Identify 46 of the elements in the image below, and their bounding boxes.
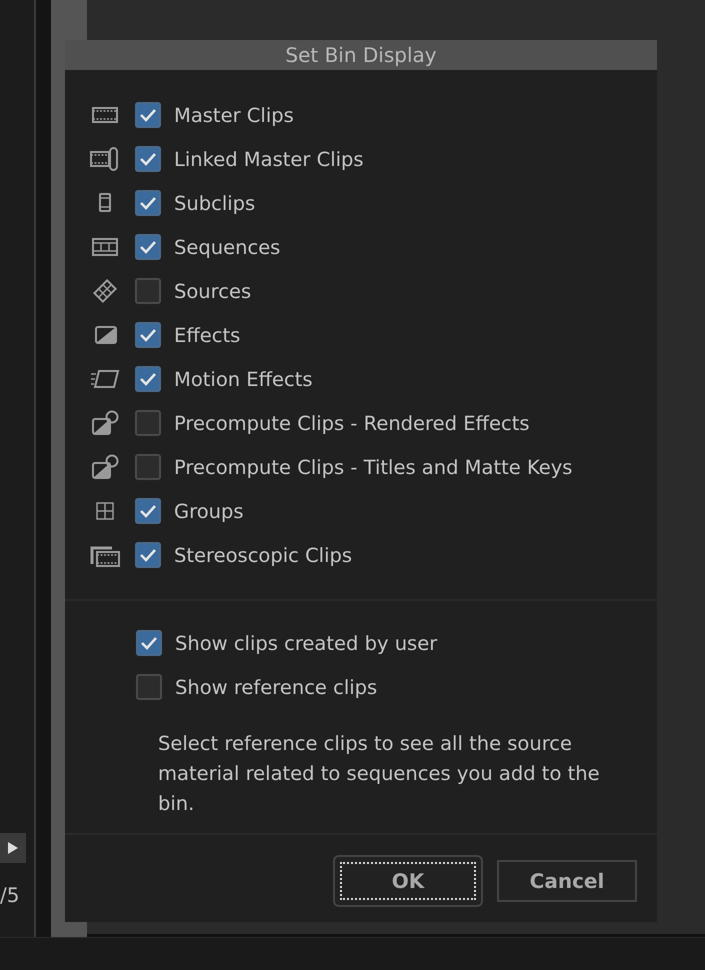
checkbox-label: Linked Master Clips bbox=[174, 148, 364, 170]
page-counter: /5 bbox=[0, 883, 20, 907]
check-icon bbox=[139, 240, 157, 254]
precompute-icon bbox=[90, 454, 120, 480]
checkbox[interactable] bbox=[135, 542, 161, 568]
play-button[interactable] bbox=[0, 833, 26, 863]
checkbox-label: Show clips created by user bbox=[175, 632, 438, 654]
check-icon bbox=[139, 548, 157, 562]
check-icon bbox=[139, 372, 157, 386]
check-icon bbox=[139, 328, 157, 342]
checkbox[interactable] bbox=[135, 366, 161, 392]
checkbox-label: Subclips bbox=[174, 192, 256, 214]
checkbox-label: Show reference clips bbox=[175, 676, 378, 698]
checkbox-label: Stereoscopic Clips bbox=[174, 544, 352, 566]
checkbox[interactable] bbox=[135, 454, 161, 480]
help-text: Select reference clips to see all the source material related to sequences you add to the bin. bbox=[158, 731, 601, 817]
dialog-title: Set Bin Display bbox=[65, 40, 657, 70]
checkbox[interactable] bbox=[136, 630, 162, 656]
precompute-icon bbox=[90, 410, 120, 436]
film-link-icon bbox=[90, 146, 120, 172]
checkbox-label: Groups bbox=[174, 500, 244, 522]
ok-button[interactable]: OK bbox=[333, 855, 483, 907]
check-icon bbox=[139, 108, 157, 122]
checkbox[interactable] bbox=[135, 498, 161, 524]
checkbox[interactable] bbox=[135, 146, 161, 172]
checkbox[interactable] bbox=[135, 102, 161, 128]
checkbox-label: Effects bbox=[174, 324, 240, 346]
checkbox[interactable] bbox=[136, 674, 162, 700]
checkbox-label: Sources bbox=[174, 280, 252, 302]
checkbox-label: Master Clips bbox=[174, 104, 294, 126]
checkbox[interactable] bbox=[135, 190, 161, 216]
diamond-film-icon bbox=[90, 278, 120, 304]
checkbox[interactable] bbox=[135, 410, 161, 436]
checkbox-label: Precompute Clips - Rendered Effects bbox=[174, 412, 530, 434]
check-icon bbox=[139, 196, 157, 210]
cancel-button[interactable]: Cancel bbox=[497, 860, 637, 902]
checkbox[interactable] bbox=[135, 278, 161, 304]
checkbox-label: Sequences bbox=[174, 236, 280, 258]
checkbox[interactable] bbox=[135, 322, 161, 348]
checkbox[interactable] bbox=[135, 234, 161, 260]
check-icon bbox=[140, 636, 158, 650]
check-icon bbox=[139, 504, 157, 518]
check-icon bbox=[139, 152, 157, 166]
play-icon bbox=[7, 841, 19, 855]
checkbox-label: Motion Effects bbox=[174, 368, 313, 390]
checkbox-label: Precompute Clips - Titles and Matte Keys bbox=[174, 456, 572, 478]
